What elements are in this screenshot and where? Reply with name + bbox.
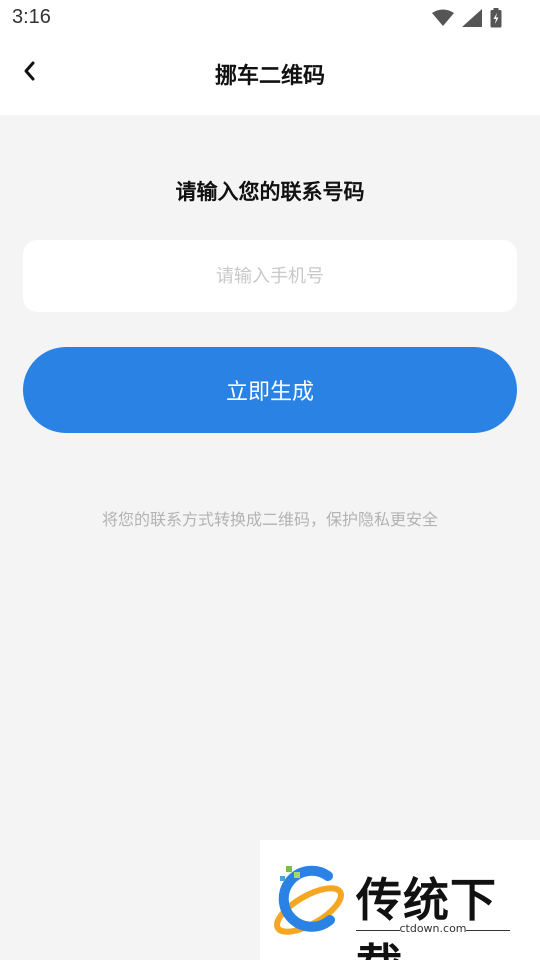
watermark-url: ctdown.com — [399, 922, 467, 935]
status-icons — [432, 8, 502, 28]
signal-icon — [462, 9, 482, 27]
status-bar: 3:16 — [0, 0, 540, 36]
app-bar: 挪车二维码 — [0, 36, 540, 115]
watermark-brand: 传统下载 — [356, 873, 497, 960]
watermark-logo-icon — [274, 865, 344, 935]
generate-button[interactable]: 立即生成 — [23, 347, 517, 433]
phone-number-input[interactable] — [23, 240, 517, 312]
privacy-hint: 将您的联系方式转换成二维码，保护隐私更安全 — [101, 510, 438, 529]
status-time: 3:16 — [12, 6, 51, 28]
form-heading: 请输入您的联系号码 — [175, 180, 365, 204]
battery-icon — [490, 8, 502, 28]
page-title: 挪车二维码 — [214, 64, 325, 89]
wifi-icon — [432, 9, 454, 26]
watermark: 传统下载 ctdown.com — [260, 840, 540, 960]
